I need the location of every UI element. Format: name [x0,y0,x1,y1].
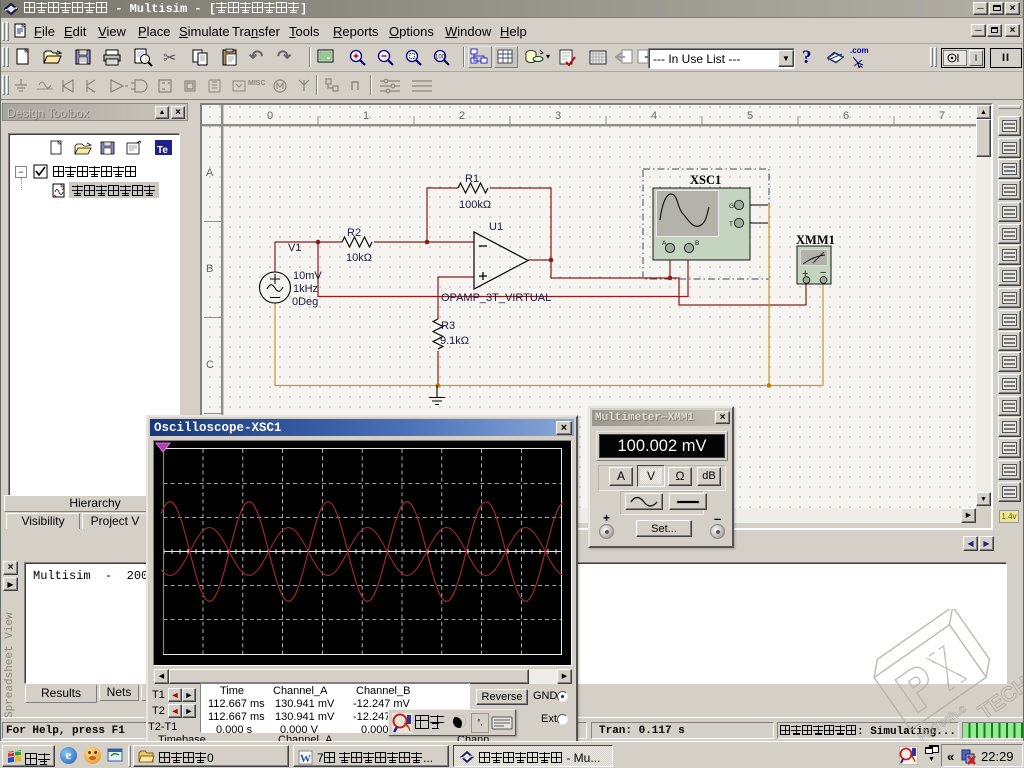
svg-text:0Deg: 0Deg [292,296,318,308]
svg-text:4: 4 [651,110,657,122]
svg-text:V1: V1 [288,242,301,254]
svg-text:G: G [729,203,734,210]
svg-text:7: 7 [939,110,945,122]
svg-text:XSC1: XSC1 [690,173,721,187]
svg-text:OPAMP_3T_VIRTUAL: OPAMP_3T_VIRTUAL [441,292,551,304]
svg-text:XMM1: XMM1 [796,233,835,247]
svg-text:100kΩ: 100kΩ [459,199,491,211]
svg-text:10mV: 10mV [293,270,322,282]
svg-text:C: C [206,359,214,371]
svg-text:0: 0 [267,110,273,122]
svg-text:5: 5 [747,110,753,122]
svg-text:R1: R1 [465,173,479,185]
svg-text:100: 100 [435,55,446,61]
svg-text:A: A [662,240,667,247]
svg-text:B: B [206,263,213,275]
svg-text:10kΩ: 10kΩ [346,252,372,264]
svg-text:B: B [695,240,699,247]
svg-text:9.1kΩ: 9.1kΩ [440,335,469,347]
svg-text:W: W [300,753,311,765]
svg-text:U1: U1 [489,221,503,233]
svg-text:R3: R3 [441,320,455,332]
svg-text:1: 1 [363,110,369,122]
svg-text:3: 3 [555,110,561,122]
svg-text:A: A [206,167,214,179]
svg-text:6: 6 [843,110,849,122]
svg-text:T: T [729,221,733,228]
svg-text:2: 2 [459,110,465,122]
svg-text:R2: R2 [347,227,361,239]
svg-text:1kHz: 1kHz [293,283,318,295]
